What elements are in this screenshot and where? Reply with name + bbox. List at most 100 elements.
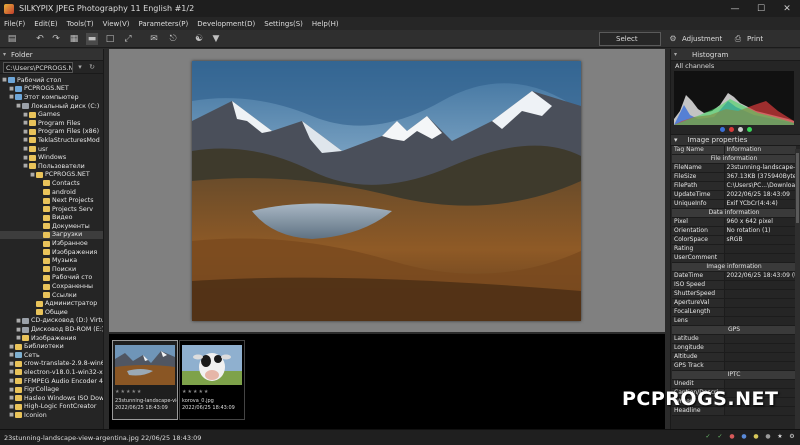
tree-expand-icon[interactable]: ■	[15, 327, 22, 333]
tree-item[interactable]: ■ usr	[0, 145, 103, 154]
tree-item[interactable]: ■ Локальный диск (C:)	[0, 102, 103, 111]
tree-item[interactable]: Общие	[0, 308, 103, 317]
tree-item[interactable]: ■ Program Files (x86)	[0, 128, 103, 137]
blue-label-icon[interactable]: ●	[740, 433, 748, 441]
property-value[interactable]: Exif YCbCr(4:4:4)	[723, 199, 796, 209]
property-value[interactable]	[723, 361, 796, 371]
tree-expand-icon[interactable]: ■	[29, 172, 36, 178]
tree-expand-icon[interactable]: ■	[8, 378, 15, 384]
menu-view[interactable]: View(V)	[103, 20, 130, 28]
thumbnail-rating[interactable]: ★★★★★	[115, 389, 142, 395]
tree-item[interactable]: ■ Рабочий стол	[0, 76, 103, 85]
properties-scrollbar[interactable]	[795, 149, 800, 429]
tree-item[interactable]: ■ PCPROGS.NET	[0, 85, 103, 94]
check-icon[interactable]: ✓	[704, 433, 712, 441]
panel-collapse-icon[interactable]: ▾	[3, 51, 11, 58]
menu-parameters[interactable]: Parameters(P)	[139, 20, 189, 28]
minimize-icon[interactable]: —	[722, 0, 748, 17]
tree-expand-icon[interactable]: ■	[8, 395, 15, 401]
tree-item[interactable]: ■ Windows	[0, 153, 103, 162]
tree-item[interactable]: Next Projects	[0, 196, 103, 205]
tree-expand-icon[interactable]: ■	[15, 318, 22, 324]
tree-item[interactable]: Загрузки	[0, 230, 103, 240]
tree-expand-icon[interactable]: ■	[15, 103, 22, 109]
tree-item[interactable]: ■ PCPROGS.NET	[0, 171, 103, 180]
tree-item[interactable]: Поиски	[0, 265, 103, 274]
luminance-channel-icon[interactable]	[737, 127, 743, 132]
settings-icon[interactable]: ⚙	[788, 433, 796, 441]
undo-icon[interactable]: ↶	[34, 33, 46, 45]
tree-expand-icon[interactable]: ■	[22, 112, 29, 118]
tree-expand-icon[interactable]: ■	[8, 94, 15, 100]
tree-expand-icon[interactable]: ■	[22, 163, 29, 169]
tree-item[interactable]: ■ CD-дисковод (D:) Virtua	[0, 317, 103, 326]
tree-item[interactable]: ■ TeklaStructuresMod	[0, 136, 103, 145]
tree-expand-icon[interactable]: ■	[22, 155, 29, 161]
tree-expand-icon[interactable]: ■	[22, 129, 29, 135]
property-value[interactable]: 2022/06/25 18:43:09	[723, 190, 796, 200]
properties-collapse-icon[interactable]: ▾	[674, 136, 678, 144]
property-value[interactable]	[723, 334, 796, 344]
thumbnail-landscape[interactable]: ★★★★★ 23stunning-landscape-view-argentin…	[112, 340, 178, 420]
property-value[interactable]	[723, 343, 796, 353]
tree-item[interactable]: ■ Пользователи	[0, 162, 103, 171]
red-channel-icon[interactable]	[728, 127, 734, 132]
tree-item[interactable]: ■ Hasleo Windows ISO Down	[0, 394, 103, 403]
green-channel-icon[interactable]	[746, 127, 752, 132]
property-value[interactable]: C:\Users\PC...\Downloads	[723, 181, 796, 191]
tree-expand-icon[interactable]: ■	[8, 361, 15, 367]
tree-expand-icon[interactable]: ■	[22, 146, 29, 152]
property-value[interactable]: 367.13KB (375940Byte)	[723, 172, 796, 182]
property-value[interactable]: 960 x 642 pixel	[723, 217, 796, 227]
tree-item[interactable]: Видео	[0, 214, 103, 223]
tree-item[interactable]: ■ Этот компьютер	[0, 93, 103, 102]
close-icon[interactable]: ✕	[774, 0, 800, 17]
tree-item[interactable]: ■ Games	[0, 110, 103, 119]
tree-item[interactable]: android	[0, 188, 103, 197]
property-value[interactable]: 2022/06/25 18:43:09 (Upd	[723, 271, 796, 281]
tree-expand-icon[interactable]: ■	[8, 387, 15, 393]
print-button[interactable]: ⎙ Print	[733, 33, 763, 45]
tree-expand-icon[interactable]: ■	[15, 335, 22, 341]
property-value[interactable]: No rotation (1)	[723, 226, 796, 236]
tree-item[interactable]: Музыка	[0, 256, 103, 265]
search-people-icon[interactable]: ☯	[193, 33, 205, 45]
tree-item[interactable]: Projects Serv	[0, 205, 103, 214]
gray-label-icon[interactable]: ●	[764, 433, 772, 441]
fullscreen-icon[interactable]: ⤢	[122, 33, 134, 45]
tree-item[interactable]: Contacts	[0, 179, 103, 188]
tree-expand-icon[interactable]: ■	[8, 352, 15, 358]
property-value[interactable]: 23stunning-landscape-view	[723, 163, 796, 173]
tree-item[interactable]: ■ Библиотеки	[0, 342, 103, 351]
select-mode-button[interactable]: Select	[599, 32, 661, 46]
tree-expand-icon[interactable]: ■	[8, 412, 15, 418]
tree-item[interactable]: ■ Дисковод BD-ROM (E:)	[0, 325, 103, 334]
property-value[interactable]	[723, 253, 796, 263]
property-value[interactable]	[723, 307, 796, 317]
tree-expand-icon[interactable]: ■	[8, 369, 15, 375]
import-icon[interactable]: ▤	[6, 33, 18, 45]
menu-tools[interactable]: Tools(T)	[67, 20, 94, 28]
tree-item[interactable]: ■ crow-translate-2.9.8-win64	[0, 360, 103, 369]
histogram-collapse-icon[interactable]: ▾	[674, 51, 682, 58]
star-icon[interactable]: ★	[776, 433, 784, 441]
tree-item[interactable]: Документы	[0, 222, 103, 231]
tree-expand-icon[interactable]: ■	[8, 344, 15, 350]
menu-development[interactable]: Development(D)	[197, 20, 255, 28]
tree-item[interactable]: Сохраненны	[0, 282, 103, 291]
tree-item[interactable]: Избранное	[0, 239, 103, 248]
grid-view-icon[interactable]: ▦	[68, 33, 80, 45]
adjustment-button[interactable]: ⚙ Adjustment	[668, 33, 722, 45]
menu-settings[interactable]: Settings(S)	[264, 20, 303, 28]
filmstrip-view-icon[interactable]: ▬	[86, 33, 98, 45]
mail-icon[interactable]: ✉	[148, 33, 160, 45]
menu-edit[interactable]: Edit(E)	[34, 20, 57, 28]
menu-file[interactable]: File(F)	[4, 20, 25, 28]
path-dropdown-icon[interactable]: ▾	[75, 63, 85, 71]
refresh-icon[interactable]: ↻	[87, 63, 97, 71]
tree-expand-icon[interactable]: ■	[1, 77, 8, 83]
property-value[interactable]	[723, 352, 796, 362]
single-view-icon[interactable]: □	[104, 33, 116, 45]
tree-item[interactable]: ■ electron-v18.0.1-win32-x64	[0, 368, 103, 377]
stamp-icon[interactable]: ⎋	[167, 33, 179, 45]
